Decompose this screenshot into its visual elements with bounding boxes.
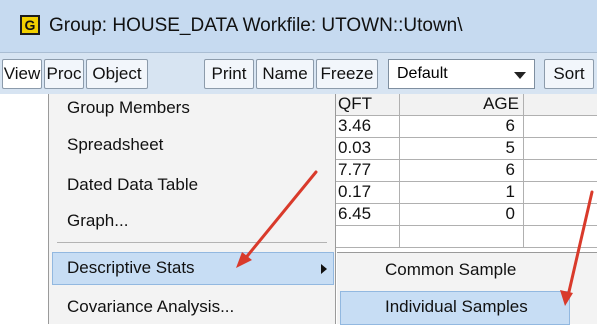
annotation-arrowhead bbox=[560, 290, 573, 306]
annotation-arrow-descriptive-stats bbox=[242, 170, 318, 262]
annotation-arrows bbox=[236, 170, 594, 306]
annotation-arrow-individual-samples bbox=[566, 190, 594, 298]
